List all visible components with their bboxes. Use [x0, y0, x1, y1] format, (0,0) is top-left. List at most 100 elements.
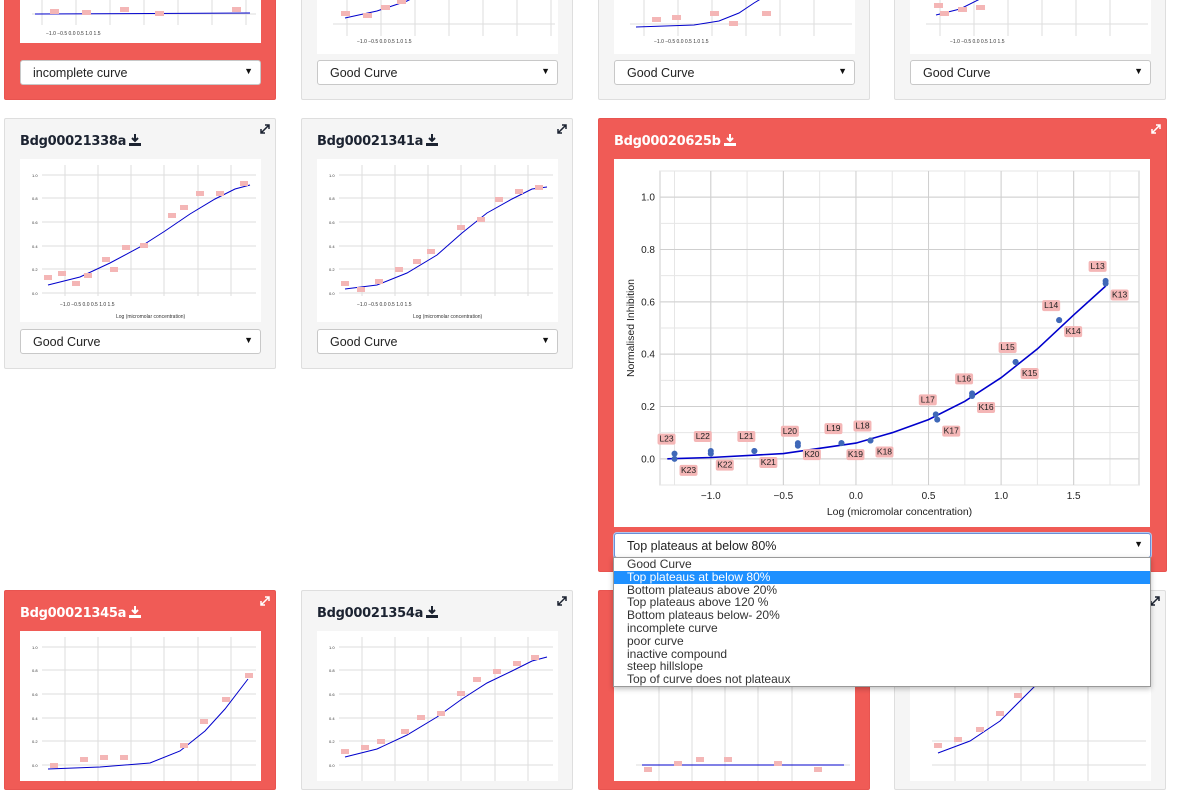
caret-down-icon: ▼	[1134, 539, 1143, 549]
x-tick-label: 0.0	[849, 491, 863, 502]
curve-card-bdg00021338a: Bdg00021338a 1.0 0.8 0.6 0.4 0.2 0.0 −1.0 −0.…	[4, 118, 276, 369]
svg-text:Log (micromolar concentration): Log (micromolar concentration)	[413, 314, 483, 320]
svg-text:0.6: 0.6	[329, 220, 335, 225]
svg-text:0.4: 0.4	[329, 716, 335, 721]
x-tick-label: 1.5	[1067, 491, 1081, 502]
mini-plot: −1.0 −0.5 0.0 0.5 1.0 1.5	[20, 0, 261, 43]
data-point	[1012, 359, 1019, 366]
point-label: L14	[1044, 300, 1058, 310]
download-icon[interactable]	[426, 606, 439, 618]
y-tick-label: 0.2	[641, 402, 655, 413]
download-icon[interactable]	[723, 134, 736, 146]
point-label: K16	[979, 402, 994, 412]
mini-plot: 1.0 0.8 0.6 0.4 0.2 0.0 −1.0 −0.5 0.0 0.5 1.0…	[20, 159, 261, 322]
dropdown-option[interactable]: poor curve	[614, 634, 1150, 648]
point-label: K15	[1022, 368, 1037, 378]
x-tick-label: −0.5	[774, 491, 794, 502]
data-point	[867, 437, 874, 444]
svg-text:−1.0 −0.5 0.0 0.5 1.0: −1.0 −0.5 0.0 0.5 1.0 1.5	[357, 39, 412, 45]
expand-icon[interactable]	[556, 123, 568, 135]
y-tick-label: 0.8	[641, 245, 655, 256]
svg-text:0.6: 0.6	[329, 692, 335, 697]
dose-response-chart: −1.0 −0.5 0.0 0.5 1.0 1.5 0.0 0.2 0.4 0.6 0.8 1.0 Lo…	[614, 159, 1150, 527]
dropdown-option[interactable]: Top plateaus at below 80%	[614, 570, 1150, 584]
card-title: Bdg00021354a	[317, 606, 439, 621]
curve-quality-select[interactable]: incomplete curve ▼	[20, 60, 261, 85]
svg-text:−1.0 −0.5 0.0 0.5 1.0: −1.0 −0.5 0.0 0.5 1.0 1.5	[60, 302, 115, 308]
data-point	[934, 416, 941, 423]
svg-text:0.8: 0.8	[32, 196, 38, 201]
mini-plot: −1.0 −0.5 0.0 0.5 1.0 1.5	[614, 0, 855, 54]
mini-plot: −1.0 −0.5 0.0 0.5 1.0 1.5	[317, 0, 558, 54]
svg-text:0.2: 0.2	[32, 739, 38, 744]
card-title: Bdg00021338a	[20, 134, 142, 149]
svg-text:0.0: 0.0	[32, 291, 38, 296]
caret-down-icon: ▼	[541, 335, 550, 345]
curve-quality-select[interactable]: Good Curve ▼	[317, 60, 558, 85]
download-icon[interactable]	[129, 134, 142, 146]
point-label: K18	[877, 447, 892, 457]
svg-text:0.2: 0.2	[32, 267, 38, 272]
expand-icon[interactable]	[1150, 123, 1162, 135]
curve-quality-select[interactable]: Good Curve ▼	[317, 329, 558, 354]
svg-text:Log (micromolar concentration): Log (micromolar concentration)	[116, 314, 186, 320]
svg-text:0.8: 0.8	[329, 196, 335, 201]
curve-card-bdg00020625b-expanded: Bdg00020625b −1.0 −0.5 0.0 0.5 1.0 1.5 0.0 0.2 0…	[598, 118, 1167, 572]
svg-text:−1.0 −0.5 0.0 0.5 1.0: −1.0 −0.5 0.0 0.5 1.0 1.5	[46, 31, 101, 37]
svg-text:−1.0 −0.5 0.0 0.5 1.0: −1.0 −0.5 0.0 0.5 1.0 1.5	[654, 39, 709, 45]
curve-card-bdg00021345a: Bdg00021345a 1.0 0.8 0.6 0.4 0.2 0.0	[4, 590, 276, 790]
curve-quality-select[interactable]: Good Curve ▼	[614, 60, 855, 85]
svg-text:1.0: 1.0	[329, 173, 335, 178]
point-label: K13	[1112, 290, 1127, 300]
dropdown-option[interactable]: incomplete curve	[614, 622, 1150, 635]
dropdown-option[interactable]: Top of curve does not plateaux	[614, 673, 1150, 686]
caret-down-icon: ▼	[1134, 66, 1143, 76]
y-axis-label: Normalised Inhibition	[625, 279, 637, 377]
curve-quality-select[interactable]: Good Curve ▼	[910, 60, 1151, 85]
point-label: L16	[957, 373, 971, 383]
expand-icon[interactable]	[259, 595, 271, 607]
data-point	[838, 440, 845, 447]
point-label: L19	[826, 423, 840, 433]
expand-icon[interactable]	[556, 595, 568, 607]
point-label: L22	[696, 431, 710, 441]
svg-text:0.0: 0.0	[32, 763, 38, 768]
point-label: L18	[855, 421, 869, 431]
svg-text:0.2: 0.2	[329, 739, 335, 744]
data-point	[969, 393, 976, 400]
point-label: L23	[659, 434, 673, 444]
x-tick-label: 1.0	[994, 491, 1008, 502]
svg-text:0.8: 0.8	[329, 668, 335, 673]
expand-icon[interactable]	[259, 123, 271, 135]
point-label: L21	[739, 431, 753, 441]
svg-text:0.0: 0.0	[329, 763, 335, 768]
svg-text:0.4: 0.4	[329, 244, 335, 249]
mini-plot: 1.0 0.8 0.6 0.4 0.2 0.0	[317, 631, 558, 781]
curve-card-bdg00021341a: Bdg00021341a 1.0 0.8 0.6 0.4 0.2 0.0 −1.0 −0.…	[301, 118, 573, 369]
x-axis-label: Log (micromolar concentration)	[827, 506, 972, 518]
data-point	[671, 455, 678, 462]
card-title: Bdg00020625b	[614, 134, 736, 149]
curve-quality-select[interactable]: Top plateaus at below 80% ▼	[614, 533, 1151, 558]
caret-down-icon: ▼	[244, 66, 253, 76]
download-icon[interactable]	[426, 134, 439, 146]
svg-text:0.6: 0.6	[32, 692, 38, 697]
svg-text:0.2: 0.2	[329, 267, 335, 272]
point-label: K17	[944, 426, 959, 436]
x-tick-label: 0.5	[922, 491, 936, 502]
point-label: K21	[761, 457, 776, 467]
svg-text:1.0: 1.0	[32, 173, 38, 178]
y-tick-label: 0.0	[641, 454, 655, 465]
y-tick-label: 1.0	[641, 193, 655, 204]
data-point	[1102, 280, 1109, 287]
data-point	[671, 450, 678, 457]
download-icon[interactable]	[129, 606, 142, 618]
caret-down-icon: ▼	[244, 335, 253, 345]
curve-card-top-1: −1.0 −0.5 0.0 0.5 1.0 1.5 incomplete cur…	[4, 0, 276, 100]
mini-plot: −1.0 −0.5 0.0 0.5 1.0 1.5	[910, 0, 1151, 54]
dropdown-option[interactable]: Good Curve	[614, 558, 1150, 571]
point-label: L15	[1001, 342, 1015, 352]
card-title: Bdg00021345a	[20, 606, 142, 621]
point-label: L20	[783, 426, 797, 436]
curve-quality-select[interactable]: Good Curve ▼	[20, 329, 261, 354]
